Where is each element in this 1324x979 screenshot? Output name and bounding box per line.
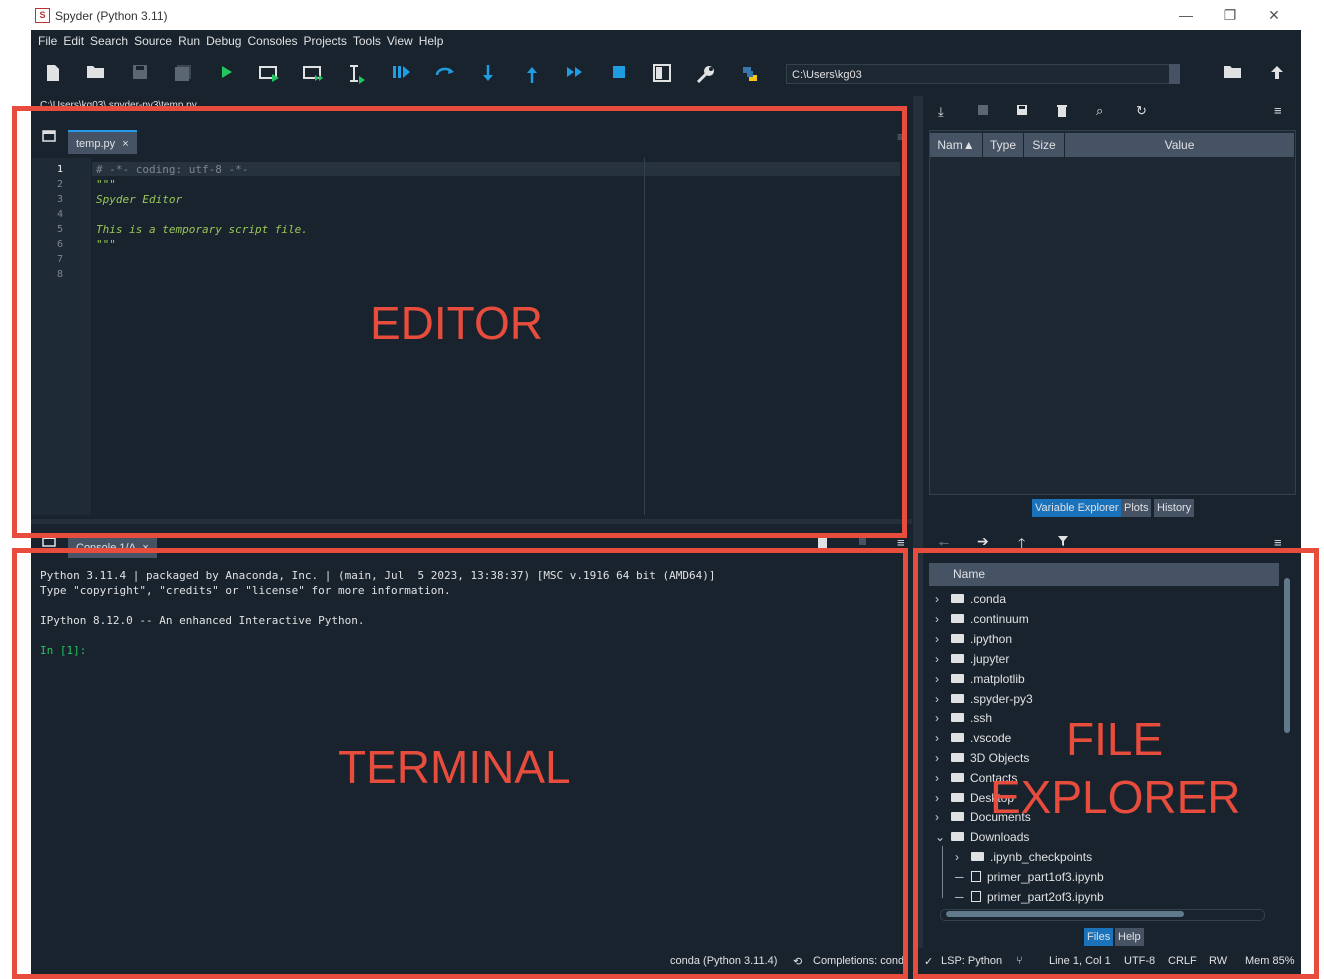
- python-path-manager-icon[interactable]: [739, 64, 761, 86]
- menu-file[interactable]: File: [38, 30, 57, 52]
- file-explorer-annotation-label-1: FILE: [1066, 713, 1164, 765]
- console-stop-icon[interactable]: [859, 538, 866, 545]
- remove-all-variables-icon[interactable]: [1056, 104, 1068, 121]
- save-data-as-icon[interactable]: [1016, 104, 1029, 120]
- step-icon[interactable]: [434, 64, 456, 86]
- save-data-icon[interactable]: [977, 104, 989, 119]
- menu-bar: File Edit Search Source Run Debug Consoles Proj…: [31, 30, 1301, 52]
- menu-source[interactable]: Source: [134, 30, 172, 52]
- parent-directory-icon[interactable]: [1266, 64, 1288, 86]
- window-title: Spyder (Python 3.11): [55, 9, 168, 23]
- debug-icon[interactable]: [390, 64, 412, 86]
- chevron-down-icon[interactable]: [1169, 64, 1180, 84]
- step-into-icon[interactable]: [477, 64, 499, 86]
- variable-table[interactable]: [929, 130, 1296, 495]
- run-selection-icon[interactable]: [346, 64, 368, 86]
- tab-plots[interactable]: Plots: [1121, 499, 1152, 517]
- new-file-icon[interactable]: [42, 64, 64, 86]
- open-file-icon[interactable]: [85, 64, 107, 86]
- preferences-wrench-icon[interactable]: [695, 64, 717, 86]
- editor-annotation-label: EDITOR: [370, 297, 543, 349]
- save-icon[interactable]: [129, 64, 151, 86]
- column-header-value[interactable]: Value: [1065, 133, 1295, 157]
- save-all-icon[interactable]: [172, 64, 194, 86]
- title-bar: S Spyder (Python 3.11) — ❐ ✕: [31, 0, 1301, 30]
- menu-view[interactable]: View: [387, 30, 413, 52]
- step-return-icon[interactable]: [521, 64, 543, 86]
- maximize-pane-icon[interactable]: [651, 64, 673, 86]
- browse-folder-icon[interactable]: [1222, 64, 1244, 86]
- spyder-logo-icon: S: [35, 8, 50, 23]
- tab-history[interactable]: History: [1154, 499, 1195, 517]
- menu-help[interactable]: Help: [419, 30, 444, 52]
- run-cell-icon[interactable]: [259, 64, 281, 86]
- menu-projects[interactable]: Projects: [304, 30, 347, 52]
- tab-variable-explorer[interactable]: Variable Explorer: [1032, 499, 1122, 517]
- file-explorer-annotation-label-2: EXPLORER: [990, 771, 1241, 823]
- restore-icon[interactable]: ❐: [1215, 5, 1245, 25]
- menu-search[interactable]: Search: [90, 30, 128, 52]
- menu-edit[interactable]: Edit: [63, 30, 84, 52]
- stop-icon[interactable]: [608, 64, 630, 86]
- menu-run[interactable]: Run: [178, 30, 200, 52]
- working-directory-input[interactable]: C:\Users\kg03: [786, 64, 1180, 84]
- run-icon[interactable]: [216, 64, 238, 86]
- column-header-size[interactable]: Size: [1024, 133, 1065, 157]
- menu-tools[interactable]: Tools: [353, 30, 381, 52]
- column-header-type[interactable]: Type: [983, 133, 1024, 157]
- minimize-icon[interactable]: —: [1171, 5, 1201, 25]
- column-header-name[interactable]: Nam▲: [930, 133, 983, 157]
- import-data-icon[interactable]: ⤓: [938, 104, 944, 120]
- search-icon[interactable]: ⌕: [1096, 103, 1103, 119]
- menu-consoles[interactable]: Consoles: [247, 30, 297, 52]
- terminal-annotation-label: TERMINAL: [338, 741, 571, 793]
- continue-icon[interactable]: [564, 64, 586, 86]
- close-icon[interactable]: ✕: [1259, 5, 1289, 25]
- variable-explorer-options-icon[interactable]: ≡: [1274, 103, 1282, 118]
- run-cell-advance-icon[interactable]: [303, 64, 325, 86]
- refresh-icon[interactable]: ↻: [1136, 103, 1147, 119]
- menu-debug[interactable]: Debug: [206, 30, 241, 52]
